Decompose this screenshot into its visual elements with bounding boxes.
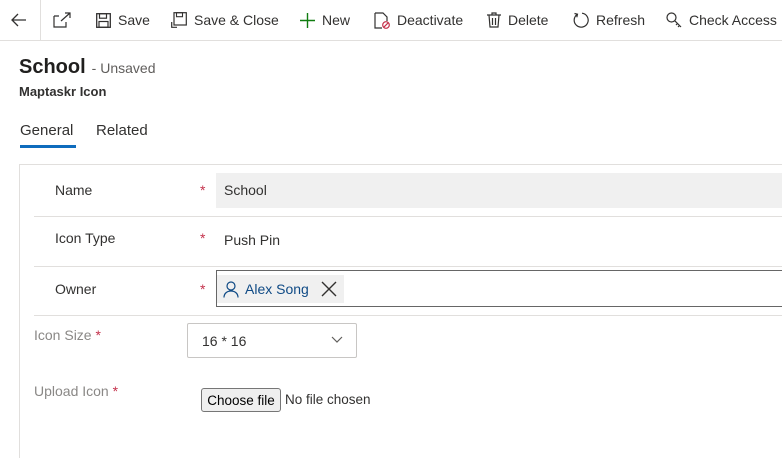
icon-size-label: Icon Size *: [34, 327, 101, 343]
back-arrow-icon: [11, 13, 26, 27]
row-divider: [34, 315, 782, 316]
toolbar-divider: [40, 0, 41, 40]
entity-name: Maptaskr Icon: [19, 84, 107, 99]
record-header: School - Unsaved: [19, 56, 155, 79]
upload-icon-required-marker: *: [112, 383, 119, 399]
icon-type-required-marker: *: [200, 230, 206, 246]
save-icon: [96, 12, 111, 28]
new-button[interactable]: New: [300, 0, 350, 40]
deactivate-icon: [374, 11, 390, 29]
save-close-label: Save & Close: [194, 12, 279, 28]
popout-icon: [53, 12, 71, 28]
save-button[interactable]: Save: [96, 0, 150, 40]
refresh-icon: [573, 12, 589, 28]
owner-required-marker: *: [200, 281, 206, 297]
new-label: New: [322, 12, 351, 28]
person-icon: [223, 280, 239, 298]
file-status-text: No file chosen: [285, 392, 371, 407]
owner-name: Alex Song: [245, 281, 309, 297]
remove-owner-button[interactable]: [320, 280, 338, 303]
save-close-icon: [171, 12, 187, 28]
delete-label: Delete: [508, 12, 549, 28]
owner-label: Owner: [55, 281, 97, 297]
upload-icon-label: Upload Icon *: [34, 383, 119, 399]
check-access-label: Check Access: [689, 12, 777, 28]
trash-icon: [487, 12, 501, 28]
icon-type-value[interactable]: Push Pin: [224, 232, 280, 248]
record-title: School: [19, 56, 86, 78]
save-label: Save: [118, 12, 150, 28]
tab-related[interactable]: Related: [96, 122, 148, 139]
row-divider: [34, 266, 782, 267]
save-status: - Unsaved: [91, 60, 156, 76]
save-and-close-button[interactable]: Save & Close: [171, 0, 279, 40]
name-label: Name: [55, 182, 93, 198]
popout-button[interactable]: [53, 0, 71, 40]
deactivate-label: Deactivate: [397, 12, 464, 28]
command-bar: Save Save & Close New Deactivate Delete …: [0, 0, 782, 41]
check-access-button[interactable]: Check Access: [666, 0, 777, 40]
name-required-marker: *: [200, 182, 206, 198]
delete-button[interactable]: Delete: [487, 0, 548, 40]
icon-size-select[interactable]: 16 * 16: [187, 323, 357, 358]
tab-general[interactable]: General: [20, 122, 73, 139]
form-section: [19, 164, 782, 458]
icon-size-required-marker: *: [95, 327, 101, 343]
deactivate-button[interactable]: Deactivate: [374, 0, 463, 40]
close-icon: [321, 281, 337, 297]
row-divider: [34, 216, 782, 217]
refresh-button[interactable]: Refresh: [573, 0, 645, 40]
name-input[interactable]: School: [216, 173, 782, 208]
choose-file-button[interactable]: Choose file: [201, 388, 281, 412]
chevron-down-icon: [331, 336, 343, 343]
icon-type-label: Icon Type: [55, 230, 116, 246]
icon-size-value: 16 * 16: [202, 333, 247, 349]
check-access-icon: [666, 12, 682, 28]
selected-tab-indicator: [20, 145, 76, 148]
back-button[interactable]: [11, 0, 27, 40]
refresh-label: Refresh: [596, 12, 646, 28]
plus-icon: [300, 12, 315, 28]
